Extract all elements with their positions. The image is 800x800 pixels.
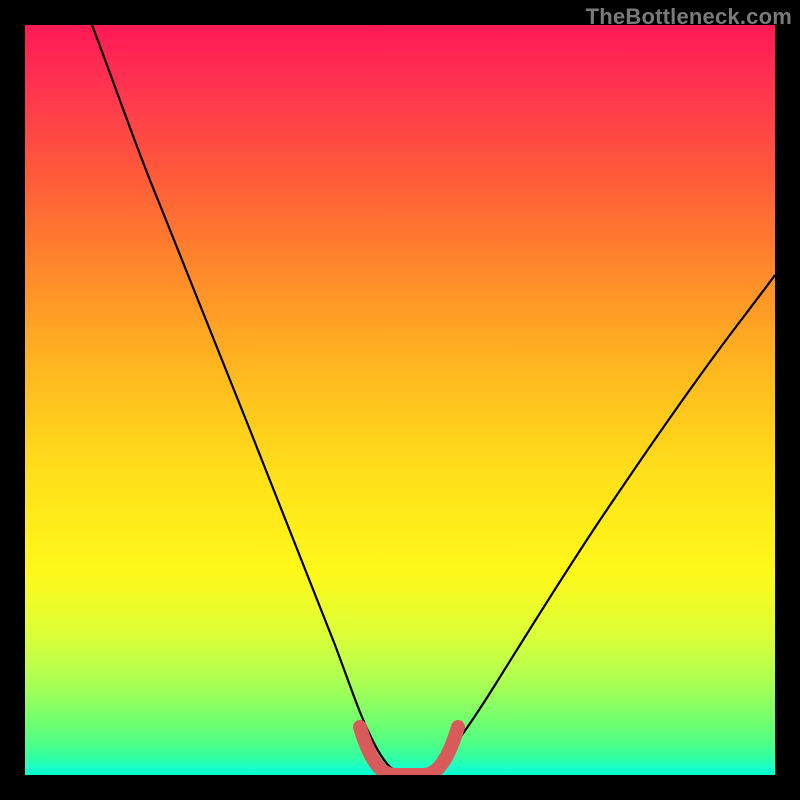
- plot-area: [25, 25, 775, 775]
- optimal-zone-marker: [360, 727, 458, 775]
- watermark-text: TheBottleneck.com: [586, 4, 792, 30]
- bottleneck-curve: [92, 25, 775, 773]
- chart-container: TheBottleneck.com: [0, 0, 800, 800]
- curve-layer: [25, 25, 775, 775]
